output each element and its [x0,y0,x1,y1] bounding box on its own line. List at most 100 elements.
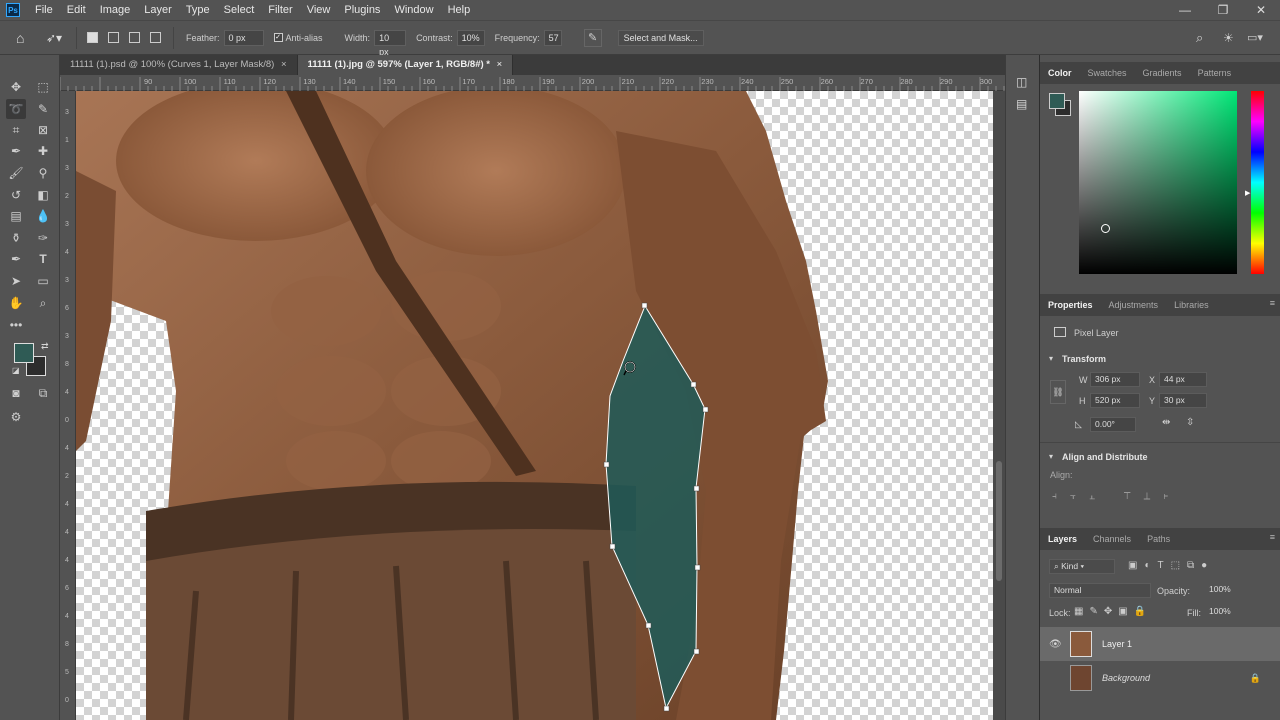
more-tools-icon[interactable]: ••• [6,315,26,335]
add-selection-icon[interactable] [108,32,119,43]
frame-tool-icon[interactable]: ⊠ [33,120,53,140]
move-tool-icon[interactable]: ✥ [6,77,26,97]
subtract-selection-icon[interactable] [129,32,140,43]
intersect-selection-icon[interactable] [150,32,161,43]
align-section-title[interactable]: Align and Distribute [1062,452,1148,462]
rectangle-tool-icon[interactable]: ▭ [33,271,53,291]
close-window-button[interactable]: ✕ [1242,0,1280,20]
contrast-input[interactable]: 10% [456,29,485,46]
lock-icons[interactable]: ▦✎✥▣🔒 [1074,606,1152,617]
dodge-tool-icon[interactable]: ⚱ [6,228,26,248]
tab-properties[interactable]: Properties [1040,294,1101,316]
menu-type[interactable]: Type [179,0,217,20]
link-dimensions-icon[interactable]: ⛓ [1050,380,1066,404]
tab-paths[interactable]: Paths [1139,528,1178,550]
layer-name[interactable]: Background [1102,673,1150,683]
feather-input[interactable]: 0 px [223,29,264,46]
pen-alt-tool-icon[interactable]: ✒ [6,249,26,269]
lasso-tool-icon[interactable]: ➰ [6,99,26,119]
tab-jpg-document[interactable]: 11111 (1).jpg @ 597% (Layer 1, RGB/8#) *… [297,55,514,75]
close-tab-icon[interactable]: × [497,59,503,70]
edit-toolbar-icon[interactable]: ⚙ [6,407,26,427]
discover-icon[interactable]: ☀ [1223,31,1234,45]
tab-libraries[interactable]: Libraries [1166,294,1217,316]
swap-colors-icon[interactable]: ⇄ [41,341,49,352]
comments-panel-icon[interactable]: ▤ [1016,97,1027,111]
menu-window[interactable]: Window [387,0,440,20]
fill-field[interactable]: 100% [1205,605,1235,620]
tab-channels[interactable]: Channels [1085,528,1139,550]
angle-field[interactable]: 0.00° [1090,417,1136,432]
blend-mode-select[interactable]: Normal [1049,583,1151,598]
flip-vertical-icon[interactable]: ⇳ [1186,417,1194,428]
pen-tool-icon[interactable]: ✑ [33,228,53,248]
crop-tool-icon[interactable]: ⌗ [6,120,26,140]
layer-row-layer-1[interactable]: 👁 Layer 1 [1040,627,1280,661]
clone-stamp-tool-icon[interactable]: ⚲ [33,163,53,183]
panel-menu-icon[interactable]: ≡ [1270,298,1275,308]
antialias-checkbox[interactable]: ✓ [273,33,283,42]
tab-adjustments[interactable]: Adjustments [1101,294,1167,316]
history-panel-icon[interactable]: ◫ [1016,75,1027,89]
layer-row-background[interactable]: Background 🔒 [1040,661,1280,695]
type-tool-icon[interactable]: T [33,249,53,269]
eyedropper-tool-icon[interactable]: ✒ [6,141,26,161]
flip-horizontal-icon[interactable]: ⇹ [1162,417,1170,428]
layer-filter-icons[interactable]: ▣◐T⬚⧉● [1128,560,1214,571]
restore-button[interactable]: ❐ [1204,0,1242,20]
home-icon[interactable]: ⌂ [16,30,32,46]
search-icon[interactable]: ⌕ [1196,30,1203,46]
kind-filter-select[interactable]: ⌕ Kind ▾ [1049,559,1115,574]
menu-file[interactable]: File [28,0,60,20]
tab-swatches[interactable]: Swatches [1080,62,1135,84]
eraser-tool-icon[interactable]: ◧ [33,185,53,205]
transform-section-title[interactable]: Transform [1062,354,1106,364]
foreground-color-swatch[interactable] [14,343,34,363]
blur-tool-icon[interactable]: 💧 [33,206,53,226]
menu-view[interactable]: View [300,0,338,20]
collapse-icon[interactable]: ▾ [1049,452,1053,461]
gradient-tool-icon[interactable]: ▤ [6,206,26,226]
menu-help[interactable]: Help [441,0,478,20]
screen-mode-icon[interactable]: ⧉ [33,383,53,403]
workspace-icon[interactable]: ▭▾ [1247,31,1263,44]
path-selection-tool-icon[interactable]: ➤ [6,271,26,291]
history-brush-tool-icon[interactable]: ↺ [6,185,26,205]
opacity-field[interactable]: 100% [1205,583,1235,598]
brush-tool-icon[interactable]: 🖌 [6,163,26,183]
scrollbar-thumb[interactable] [996,461,1002,581]
marquee-tool-icon[interactable]: ⬚ [33,77,53,97]
tab-psd-document[interactable]: 11111 (1).psd @ 100% (Curves 1, Layer Ma… [60,55,298,75]
y-field[interactable]: 30 px [1159,393,1207,408]
quick-mask-icon[interactable]: ◙ [6,383,26,403]
tab-gradients[interactable]: Gradients [1135,62,1190,84]
menu-edit[interactable]: Edit [60,0,93,20]
panel-fg-swatch[interactable] [1049,93,1065,109]
width-field[interactable]: 306 px [1090,372,1140,387]
default-colors-icon[interactable]: ◪ [12,366,20,375]
panel-menu-icon[interactable]: ≡ [1270,532,1275,542]
hue-slider[interactable]: ▶ [1245,91,1264,274]
select-and-mask-button[interactable]: Select and Mask... [617,29,704,46]
quick-selection-tool-icon[interactable]: ✎ [33,99,53,119]
visibility-eye-icon[interactable] [1049,671,1069,685]
new-selection-icon[interactable] [87,32,98,43]
healing-brush-tool-icon[interactable]: ✚ [33,141,53,161]
zoom-tool-icon[interactable]: ⌕ [33,293,53,313]
close-tab-icon[interactable]: × [281,59,287,70]
document-canvas[interactable] [76,91,993,720]
color-field[interactable] [1079,91,1237,274]
visibility-eye-icon[interactable]: 👁 [1049,639,1069,650]
width-input[interactable]: 10 px [374,29,407,57]
stylus-pressure-icon[interactable]: ✎ [583,28,602,47]
magnetic-lasso-preset-icon[interactable]: ➶▾ [46,31,68,45]
tab-color[interactable]: Color [1040,62,1080,84]
tab-patterns[interactable]: Patterns [1190,62,1240,84]
menu-plugins[interactable]: Plugins [337,0,387,20]
menu-layer[interactable]: Layer [137,0,179,20]
hand-tool-icon[interactable]: ✋ [6,293,26,313]
minimize-button[interactable]: — [1166,0,1204,20]
menu-image[interactable]: Image [93,0,138,20]
frequency-input[interactable]: 57 [543,29,562,46]
tab-layers[interactable]: Layers [1040,528,1085,550]
